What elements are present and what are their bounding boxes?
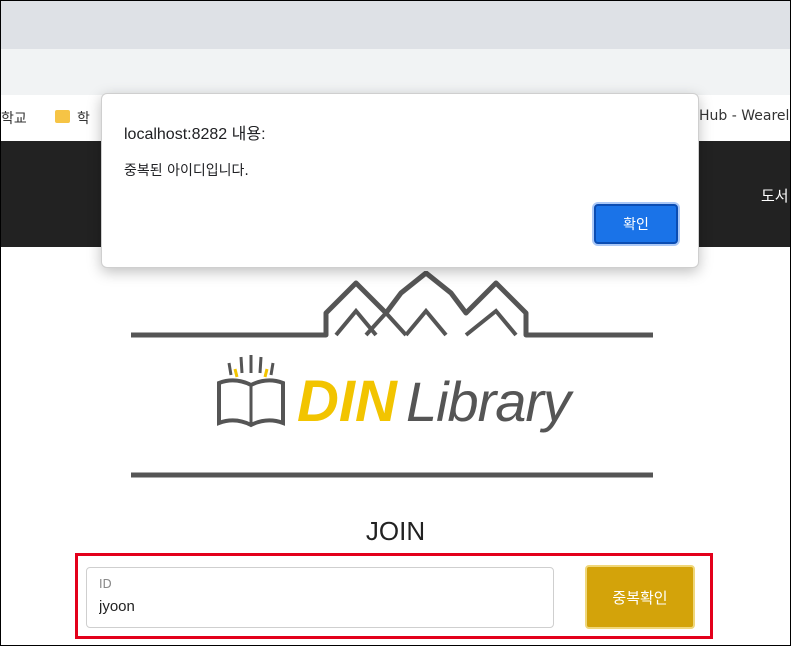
browser-address-bar[interactable] bbox=[1, 49, 790, 95]
bookmark-item-school[interactable]: 학교 bbox=[1, 108, 27, 128]
dialog-title: localhost:8282 내용: bbox=[124, 126, 266, 143]
bookmark-item-folder[interactable]: 학 bbox=[77, 108, 90, 128]
logo-graphic: DIN Library bbox=[131, 270, 653, 478]
logo-library-text: Library bbox=[406, 370, 574, 433]
din-library-logo: DIN Library bbox=[121, 270, 661, 486]
logo-din-text: DIN bbox=[297, 369, 398, 434]
nav-item-books[interactable]: 도서 bbox=[761, 185, 789, 206]
folder-icon bbox=[55, 110, 70, 123]
id-field[interactable]: ID bbox=[86, 567, 554, 628]
alert-dialog: localhost:8282 내용: 중복된 아이디입니다. 확인 bbox=[101, 93, 699, 268]
open-book-icon bbox=[217, 355, 285, 428]
dialog-ok-button[interactable]: 확인 bbox=[594, 204, 678, 244]
browser-tab-strip bbox=[1, 1, 790, 49]
duplicate-check-button[interactable]: 중복확인 bbox=[585, 565, 695, 629]
bookmark-item-hub[interactable]: Hub - Wearel bbox=[699, 108, 789, 124]
houses-roofline-icon bbox=[131, 270, 653, 338]
dialog-message: 중복된 아이디입니다. bbox=[124, 163, 249, 179]
id-field-label: ID bbox=[99, 577, 112, 591]
house-inner-lines-icon bbox=[334, 307, 518, 337]
join-title: JOIN bbox=[365, 516, 426, 546]
browser-window: 학교 학 Hub - Wearel 도서 DIN Library JOIN ID… bbox=[0, 0, 791, 646]
id-input[interactable] bbox=[99, 598, 539, 615]
